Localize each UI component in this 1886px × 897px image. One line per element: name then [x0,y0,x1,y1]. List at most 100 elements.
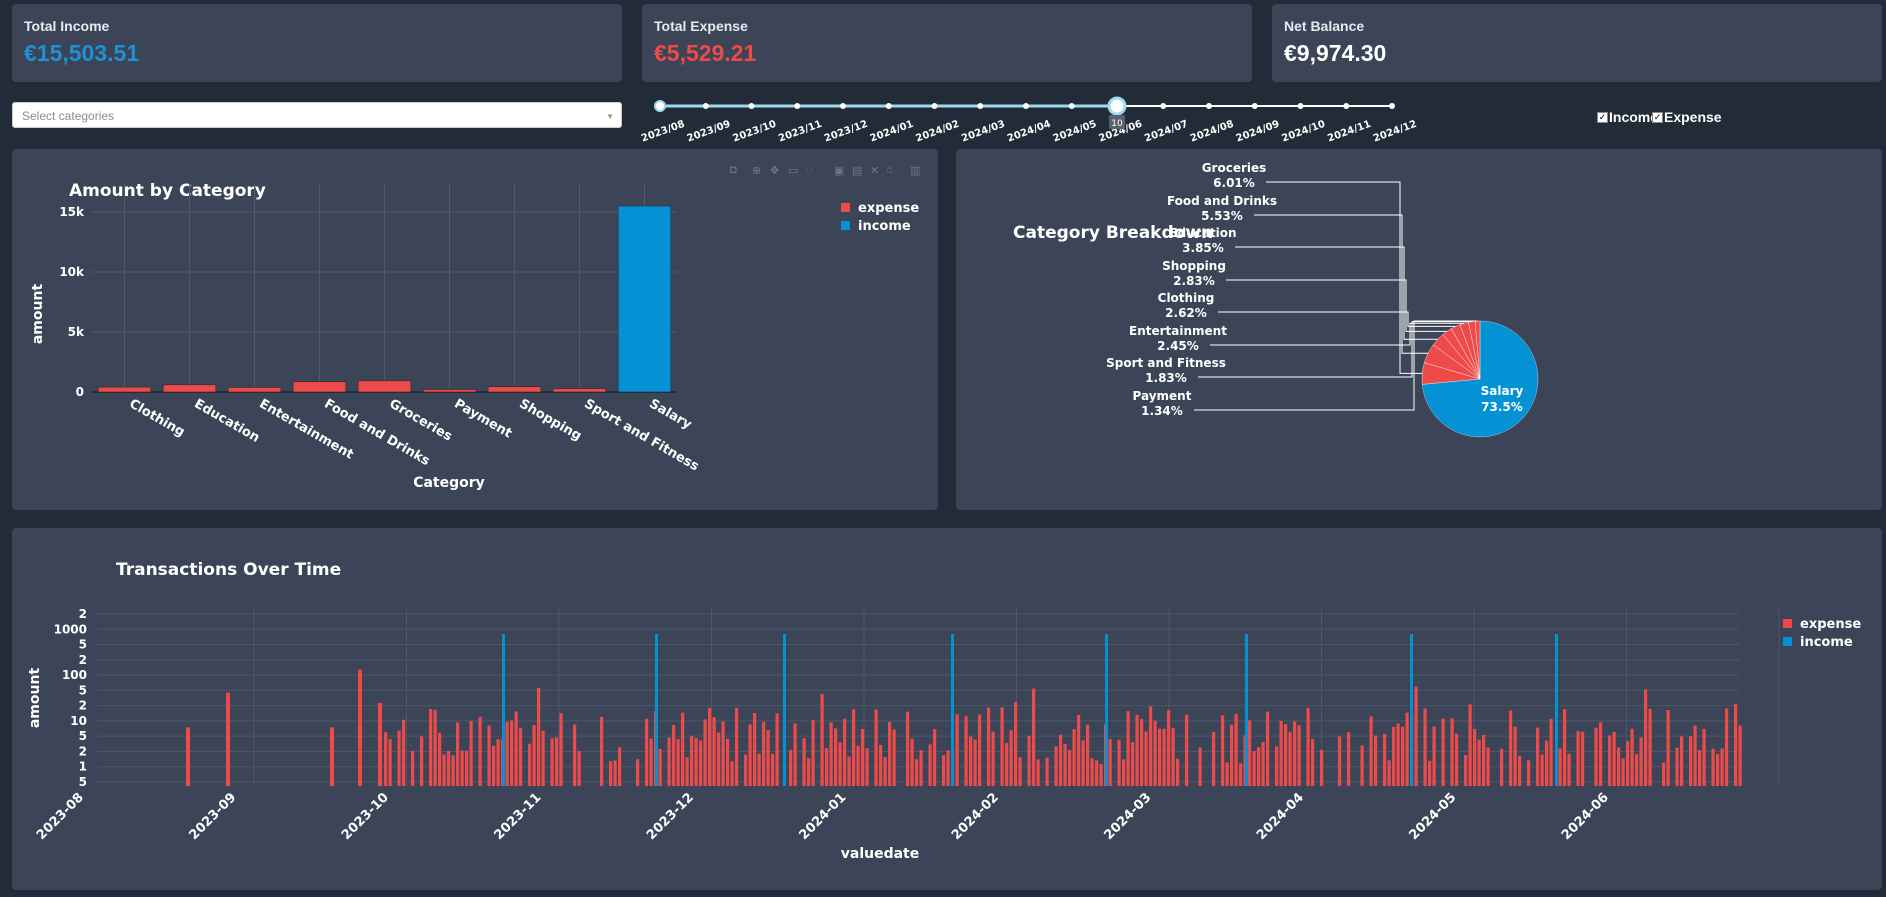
date-slider[interactable]: 2023/08 2023/09 2023/10 2023/11 2023/12 2024/… [640,92,1420,152]
expense-bar[interactable] [378,702,382,786]
expense-bar[interactable] [649,738,653,786]
expense-bar[interactable] [969,736,973,786]
expense-bar[interactable] [1099,764,1103,786]
expense-bar[interactable] [1441,718,1445,786]
expense-bar[interactable] [487,725,491,786]
expense-bar[interactable] [528,743,532,786]
expense-bar[interactable] [636,759,640,786]
expense-bar[interactable] [1536,727,1540,786]
expense-bar[interactable] [1360,745,1364,786]
expense-bar[interactable] [811,720,815,786]
expense-bar[interactable] [748,724,752,786]
expense-bar[interactable] [1414,686,1418,786]
expense-bar[interactable] [735,707,739,786]
expense-bar[interactable] [1675,747,1679,786]
expense-bar[interactable] [550,738,554,786]
expense-bar[interactable] [1221,715,1225,786]
expense-bar[interactable] [1432,726,1436,786]
expense-bar[interactable] [847,756,851,786]
expense-bar[interactable] [447,750,451,786]
expense-bar[interactable] [573,724,577,786]
expense-bar[interactable] [1639,737,1643,786]
expense-bar[interactable] [1320,749,1324,786]
expense-bar[interactable] [397,730,401,786]
chevron-down-icon[interactable]: ▼ [606,112,614,121]
expense-bar[interactable] [1549,718,1553,786]
expense-bar[interactable] [1473,728,1477,786]
expense-bar[interactable] [1252,751,1256,786]
expense-bar[interactable] [1621,758,1625,786]
expense-bar[interactable] [451,755,455,786]
expense-bar[interactable] [658,748,662,786]
expense-bar[interactable] [478,716,482,786]
legend-label[interactable]: expense [858,201,919,216]
legend-label[interactable]: income [858,219,911,234]
expense-bar[interactable] [1261,742,1265,786]
income-bar[interactable] [1410,634,1413,786]
expense-bar[interactable] [865,748,869,786]
expense-bar[interactable] [1716,754,1720,786]
expense-bar[interactable] [1450,718,1454,786]
slider-end-handle[interactable] [1107,96,1127,116]
income-bar[interactable] [655,634,658,786]
expense-bar[interactable] [411,750,415,786]
expense-bar[interactable] [555,737,559,786]
expense-bar[interactable] [1567,753,1571,786]
expense-bar[interactable] [645,718,649,786]
expense-bar[interactable] [856,745,860,786]
expense-bar[interactable] [1680,736,1684,786]
expense-bar[interactable] [807,758,811,786]
expense-bar[interactable] [730,761,734,786]
expense-bar[interactable] [1117,739,1121,786]
expense-bar[interactable] [1594,727,1598,786]
expense-bar[interactable] [1000,707,1004,786]
expense-bar[interactable] [226,692,230,786]
expense-bar[interactable] [762,722,766,786]
expense-bar[interactable] [708,707,712,786]
expense-bar[interactable] [1095,760,1099,786]
expense-bar[interactable] [1198,747,1202,786]
expense-bar[interactable] [559,713,563,786]
expense-bar[interactable] [1500,748,1504,786]
expense-bar[interactable] [717,732,721,786]
expense-bar[interactable] [1077,714,1081,786]
expense-bar[interactable] [757,753,761,786]
expense-bar[interactable] [852,709,856,786]
checkbox-checked-icon[interactable]: ✓ [1652,111,1663,123]
expense-bar[interactable] [991,731,995,786]
slider-start-handle[interactable] [654,100,666,112]
expense-bar[interactable] [1576,731,1580,786]
expense-bar[interactable] [1090,758,1094,786]
expense-bar[interactable] [1072,729,1076,786]
expense-bar[interactable] [465,750,469,786]
expense-bar[interactable] [1455,733,1459,786]
expense-bar[interactable] [577,751,581,786]
expense-bar[interactable] [1275,746,1279,786]
expense-bar[interactable] [775,713,779,786]
expense-bar[interactable] [1032,688,1036,786]
expense-bar[interactable] [879,745,883,786]
expense-bar[interactable] [1518,755,1522,786]
expense-bar[interactable] [1063,743,1067,786]
expense-bar[interactable] [1338,736,1342,786]
expense-bar[interactable] [1311,739,1315,786]
expense-bar[interactable] [1464,755,1468,786]
expense-bar[interactable] [1009,730,1013,786]
expense-bar[interactable] [978,714,982,786]
expense-bar[interactable] [442,754,446,786]
expense-bar[interactable] [1387,760,1391,786]
expense-bar[interactable] [384,732,388,786]
expense-bar[interactable] [1527,760,1531,786]
expense-bar[interactable] [613,760,617,786]
legend-label[interactable]: income [1800,635,1853,650]
expense-bar[interactable] [726,738,730,786]
expense-bar[interactable] [771,753,775,786]
expense-bar[interactable] [1086,724,1090,786]
expense-bar[interactable] [618,747,622,786]
expense-bar[interactable] [1284,724,1288,786]
expense-bar[interactable] [1702,728,1706,786]
expense-bar[interactable] [469,721,473,786]
expense-bar[interactable] [766,730,770,786]
expense-bar[interactable] [1401,726,1405,786]
expense-bar[interactable] [825,748,829,786]
